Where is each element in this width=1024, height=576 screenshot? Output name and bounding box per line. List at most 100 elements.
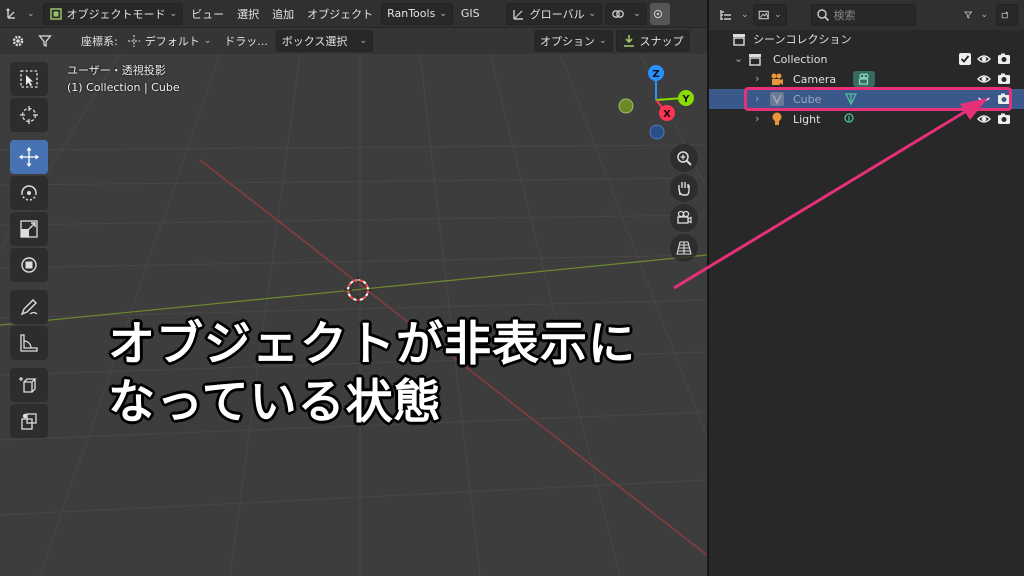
pan-button[interactable] <box>670 174 698 202</box>
outliner-search-input[interactable]: 検索 <box>810 4 916 26</box>
menu-add[interactable]: 追加 <box>267 3 299 25</box>
mode-label: オブジェクトモード <box>66 7 166 21</box>
scale-tool[interactable] <box>10 212 48 246</box>
editor-type-button[interactable]: ⌄ <box>0 3 40 25</box>
collection-render-toggle[interactable] <box>996 51 1012 67</box>
drag-select[interactable]: ドラッ... <box>219 30 273 52</box>
orientation-icon <box>512 9 523 20</box>
filter-button[interactable] <box>33 30 61 52</box>
link-icon <box>612 9 624 18</box>
snap-button[interactable]: スナップ <box>615 30 690 52</box>
snap-label: スナップ <box>639 35 684 48</box>
chevron-down-icon: ⌄ <box>741 10 749 20</box>
camera-render-icon <box>998 53 1010 64</box>
filter-icon <box>964 11 973 19</box>
editor-type-button[interactable]: ⌄ <box>715 4 753 26</box>
display-mode-select[interactable]: ⌄ <box>752 4 787 26</box>
transform-orientation-select[interactable]: グローバル ⌄ <box>505 2 603 25</box>
rantools-label: RanTools <box>387 7 436 20</box>
camera-render-icon <box>998 113 1010 124</box>
select-box-icon <box>20 70 38 88</box>
transform-icon <box>21 257 37 273</box>
filter-button[interactable]: ⌄ <box>960 4 992 26</box>
pivot-select[interactable]: ⌄ <box>605 2 647 25</box>
x-axis-label: X <box>663 109 671 120</box>
light-label: Light <box>793 112 821 126</box>
camera-view-button[interactable] <box>670 204 698 232</box>
rotate-tool[interactable] <box>10 176 48 210</box>
rantools-menu[interactable]: RanTools ⌄ <box>381 2 453 25</box>
outliner-item-camera[interactable]: › Camera <box>709 69 1024 89</box>
collection-visibility-toggle[interactable] <box>976 51 992 67</box>
add-cube-icon <box>19 377 37 393</box>
camera-render-toggle[interactable] <box>996 71 1012 87</box>
scene-collection-row[interactable]: シーンコレクション <box>709 29 1024 49</box>
coord-select[interactable]: デフォルト ⌄ <box>122 30 217 52</box>
navigation-gizmo[interactable]: Z Y X <box>612 62 702 144</box>
new-collection-button[interactable] <box>996 4 1018 26</box>
menu-gis[interactable]: GIS <box>456 3 485 25</box>
chevron-down-icon[interactable]: ⌄ <box>734 52 743 65</box>
select-mode-select[interactable]: ボックス選択 ⌄ <box>275 30 373 52</box>
perspective-toggle-button[interactable] <box>670 234 698 262</box>
zoom-button[interactable] <box>670 144 698 172</box>
eye-icon <box>977 75 991 83</box>
zoom-icon <box>677 151 692 166</box>
move-icon <box>19 147 39 167</box>
chevron-down-icon: ⌄ <box>588 8 597 19</box>
menu-select[interactable]: 選択 <box>232 3 264 25</box>
select-mode-label: ボックス選択 <box>281 35 348 48</box>
axis-editor-icon <box>6 8 15 19</box>
cursor-tool[interactable] <box>10 98 48 132</box>
light-data-icon <box>844 113 854 123</box>
measure-tool[interactable] <box>10 326 48 360</box>
light-visibility-toggle[interactable] <box>976 111 992 127</box>
scale-icon <box>20 220 38 238</box>
coord-value: デフォルト <box>144 35 200 48</box>
object-info: (1) Collection | Cube <box>67 81 180 94</box>
outliner-item-light[interactable]: › Light <box>709 109 1024 129</box>
menu-object[interactable]: オブジェクト <box>302 3 378 25</box>
collection-icon <box>749 54 761 66</box>
chevron-right-icon[interactable]: › <box>755 112 759 125</box>
light-data-icon-button[interactable] <box>841 111 857 127</box>
camera-visibility-toggle[interactable] <box>976 71 992 87</box>
view-name: ユーザー・透視投影 <box>67 64 166 77</box>
options-label: オプション <box>539 35 595 48</box>
extrude-tool[interactable] <box>10 404 48 438</box>
magnet-down-icon <box>623 35 634 47</box>
outliner-header: ⌄ ⌄ 検索 ⌄ <box>709 0 1024 30</box>
chevron-down-icon: ⌄ <box>774 10 782 20</box>
tool-settings-button[interactable] <box>6 30 34 52</box>
neg-z-axis-icon[interactable] <box>649 124 665 140</box>
exclude-checkbox[interactable] <box>957 51 973 67</box>
menu-view[interactable]: ビュー <box>186 3 229 25</box>
camera-data-icon-button[interactable] <box>853 71 875 87</box>
proportional-editing-button[interactable] <box>649 2 670 25</box>
caption-line-1: オブジェクトが非表示に <box>108 317 636 372</box>
highlight-box <box>744 87 1012 111</box>
annotate-tool[interactable] <box>10 290 48 324</box>
tool-settings-header: 座標系: デフォルト ⌄ ドラッ... ボックス選択 ⌄ オプション ⌄ スナッ… <box>0 28 707 54</box>
orientation-label: グローバル <box>529 7 585 21</box>
object-mode-icon <box>49 7 62 20</box>
light-render-toggle[interactable] <box>996 111 1012 127</box>
chevron-down-icon: ⌄ <box>980 10 988 20</box>
scene-collection-label: シーンコレクション <box>753 33 852 46</box>
options-select[interactable]: オプション ⌄ <box>533 30 613 52</box>
chevron-down-icon: ⌄ <box>27 8 35 19</box>
pencil-icon <box>20 299 38 316</box>
proportional-icon <box>653 9 662 18</box>
neg-y-axis-icon[interactable] <box>618 98 634 114</box>
eye-icon <box>977 55 991 63</box>
3d-viewport[interactable]: ⌄ オブジェクトモード ⌄ ビュー 選択 追加 オブジェクト RanTools … <box>0 0 707 576</box>
move-tool[interactable] <box>10 140 48 174</box>
chevron-right-icon[interactable]: › <box>755 72 759 85</box>
add-cube-tool[interactable] <box>10 368 48 402</box>
mode-select[interactable]: オブジェクトモード ⌄ <box>42 2 184 25</box>
chevron-down-icon: ⌄ <box>359 36 367 46</box>
collection-row[interactable]: ⌄ Collection <box>709 49 1024 69</box>
transform-tool[interactable] <box>10 248 48 282</box>
select-box-tool[interactable] <box>10 62 48 96</box>
eye-icon <box>977 115 991 123</box>
